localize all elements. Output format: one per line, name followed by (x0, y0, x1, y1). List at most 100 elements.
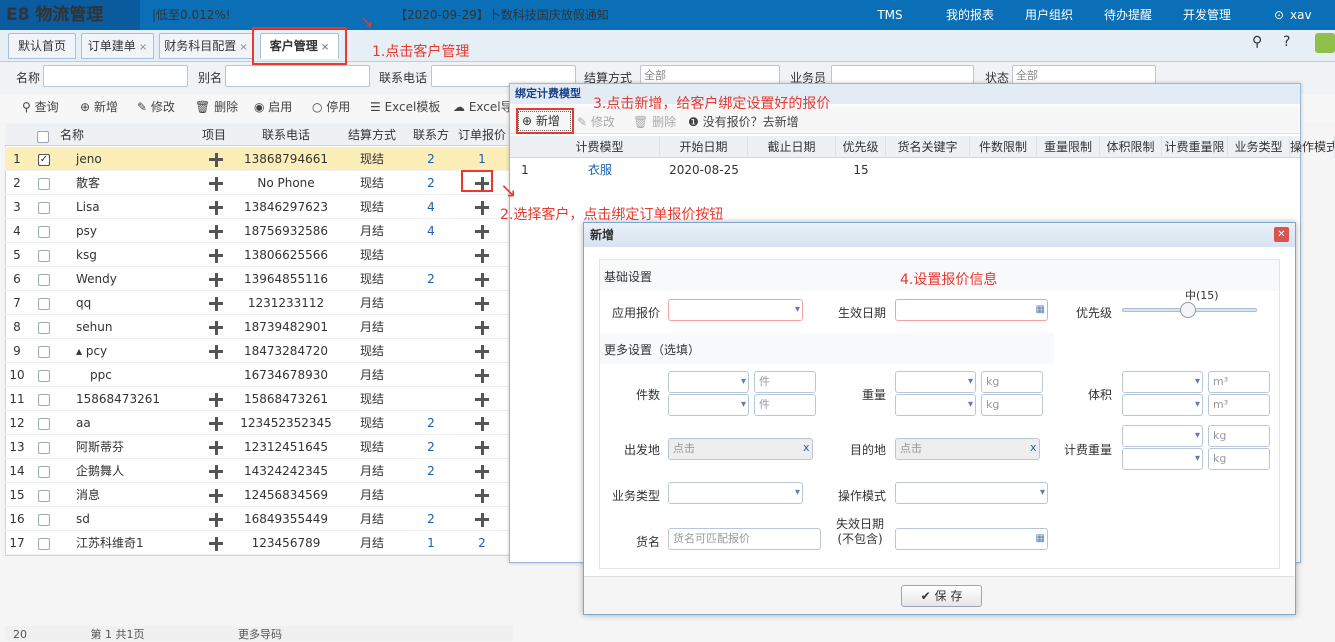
col-quote[interactable]: 订单报价 (454, 123, 510, 147)
help-icon[interactable]: ? (1283, 34, 1290, 50)
charge-weight-op-select-2[interactable]: ▾ (1122, 448, 1203, 470)
panel-edit-button[interactable]: ✎ 修改 (577, 113, 615, 130)
table-row[interactable]: 15 消息 12456834569 月结 (5, 483, 513, 507)
row-checkbox[interactable] (32, 243, 56, 267)
page-input[interactable]: 1 (105, 628, 112, 641)
app-logo[interactable]: E8 物流管理 (0, 0, 140, 30)
nav-reports[interactable]: 我的报表 (940, 0, 1000, 30)
edit-button[interactable]: ✎ 修改 (137, 97, 175, 117)
bind-quote-plus-icon[interactable] (454, 459, 510, 483)
pager-more[interactable]: 更多导码 (238, 628, 282, 641)
project-plus-icon[interactable] (195, 267, 237, 291)
effective-date-input[interactable]: ▦ (895, 299, 1048, 321)
panel-col-1[interactable]: 开始日期 (660, 136, 748, 158)
add-button[interactable]: ⊕ 新增 (80, 97, 118, 117)
bind-quote-plus-icon[interactable] (454, 267, 510, 291)
table-row[interactable]: 2 散客 No Phone 现结 2 (5, 171, 513, 195)
table-row[interactable]: 9 ▴ pcy 18473284720 现结 (5, 339, 513, 363)
panel-col-4[interactable]: 货名关键字 (886, 136, 970, 158)
filter-name-input[interactable] (43, 65, 188, 87)
panel-col-3[interactable]: 优先级 (836, 136, 886, 158)
panel-delete-button[interactable]: 🗑 删除 (633, 113, 676, 130)
pieces-op-select-1[interactable]: ▾ (668, 371, 749, 393)
bind-quote-plus-icon[interactable] (454, 387, 510, 411)
project-plus-icon[interactable] (195, 315, 237, 339)
panel-col-9[interactable]: 业务类型 (1228, 136, 1290, 158)
search-icon[interactable]: ⚲ (1252, 34, 1262, 50)
page-size-select[interactable]: 20 (13, 628, 27, 641)
excel-template-button[interactable]: ☰ Excel模板 (370, 97, 440, 117)
project-plus-icon[interactable] (195, 243, 237, 267)
bind-quote-plus-icon[interactable] (454, 315, 510, 339)
select-all-checkbox[interactable] (37, 129, 49, 143)
row-checkbox[interactable] (32, 267, 56, 291)
row-checkbox[interactable] (32, 483, 56, 507)
tab-home[interactable]: 默认首页 (8, 33, 76, 59)
origin-input[interactable]: 点击 (668, 438, 813, 460)
save-button[interactable]: ✔ 保 存 (901, 585, 982, 607)
table-row[interactable]: 11 15868473261 15868473261 现结 (5, 387, 513, 411)
pieces-op-select-2[interactable]: ▾ (668, 394, 749, 416)
row-checkbox[interactable] (32, 219, 56, 243)
origin-clear-icon[interactable]: x (803, 441, 810, 454)
volume-op-select-1[interactable]: ▾ (1122, 371, 1203, 393)
charge-weight-input-2[interactable]: kg (1208, 448, 1270, 470)
project-plus-icon[interactable] (195, 411, 237, 435)
volume-op-select-2[interactable]: ▾ (1122, 394, 1203, 416)
panel-row-model[interactable]: 衣服 (540, 158, 660, 182)
no-quote-link[interactable]: ❶ 没有报价？去新增 (688, 113, 799, 130)
project-plus-icon[interactable] (195, 195, 237, 219)
col-project[interactable]: 项目 (193, 123, 235, 147)
close-icon[interactable]: × (139, 42, 147, 53)
volume-input-1[interactable]: m³ (1208, 371, 1270, 393)
tab-order[interactable]: 订单建单 × (81, 33, 154, 59)
row-checkbox[interactable]: ✓ (32, 147, 56, 171)
priority-slider-handle[interactable] (1180, 302, 1196, 318)
bind-quote-plus-icon[interactable] (454, 243, 510, 267)
row-checkbox[interactable] (32, 171, 56, 195)
dest-input[interactable]: 点击 (895, 438, 1040, 460)
table-row[interactable]: 7 qq 1231233112 月结 (5, 291, 513, 315)
volume-input-2[interactable]: m³ (1208, 394, 1270, 416)
project-plus-icon[interactable] (195, 291, 237, 315)
op-mode-select[interactable]: ▾ (895, 482, 1048, 504)
bind-quote-plus-icon[interactable] (454, 483, 510, 507)
weight-op-select-1[interactable]: ▾ (895, 371, 976, 393)
table-row[interactable]: 13 阿斯蒂芬 12312451645 现结 2 (5, 435, 513, 459)
table-row[interactable]: 14 企鹅舞人 14324242345 月结 2 (5, 459, 513, 483)
project-plus-icon[interactable] (195, 483, 237, 507)
panel-col-5[interactable]: 件数限制 (970, 136, 1037, 158)
charge-weight-input-1[interactable]: kg (1208, 425, 1270, 447)
pieces-input-2[interactable]: 件 (754, 394, 816, 416)
row-checkbox[interactable] (32, 387, 56, 411)
expire-date-input[interactable]: ▦ (895, 528, 1048, 550)
nav-dev[interactable]: 开发管理 (1177, 0, 1237, 30)
weight-input-2[interactable]: kg (981, 394, 1043, 416)
goods-input[interactable]: 货名可匹配报价 (668, 528, 821, 550)
weight-op-select-2[interactable]: ▾ (895, 394, 976, 416)
row-checkbox[interactable] (32, 411, 56, 435)
bind-quote-plus-icon[interactable] (454, 411, 510, 435)
row-checkbox[interactable] (32, 339, 56, 363)
bind-quote-plus-icon[interactable] (454, 291, 510, 315)
row-checkbox[interactable] (32, 363, 56, 387)
table-row[interactable]: 16 sd 16849355449 月结 2 (5, 507, 513, 531)
panel-col-0[interactable]: 计费模型 (540, 136, 660, 158)
enable-button[interactable]: ◉ 启用 (254, 97, 292, 117)
bind-quote-plus-icon[interactable] (454, 435, 510, 459)
calendar-icon[interactable]: ▦ (1036, 300, 1045, 320)
delete-button[interactable]: 🗑 删除 (195, 97, 238, 117)
panel-col-6[interactable]: 重量限制 (1037, 136, 1100, 158)
bind-quote-plus-icon[interactable] (454, 363, 510, 387)
col-contact[interactable]: 联系方 (408, 123, 454, 147)
user-name[interactable]: xav (1290, 0, 1320, 30)
query-button[interactable]: ⚲ 查询 (22, 97, 59, 117)
row-checkbox[interactable] (32, 195, 56, 219)
table-row[interactable]: 17 江苏科维奇1 123456789 月结 1 2 (5, 531, 513, 555)
table-row[interactable]: 5 ksg 13806625566 现结 (5, 243, 513, 267)
table-row[interactable]: 6 Wendy 13964855116 现结 2 (5, 267, 513, 291)
weight-input-1[interactable]: kg (981, 371, 1043, 393)
col-phone[interactable]: 联系电话 (236, 123, 336, 147)
nav-todo[interactable]: 待办提醒 (1098, 0, 1158, 30)
panel-col-2[interactable]: 截止日期 (748, 136, 836, 158)
